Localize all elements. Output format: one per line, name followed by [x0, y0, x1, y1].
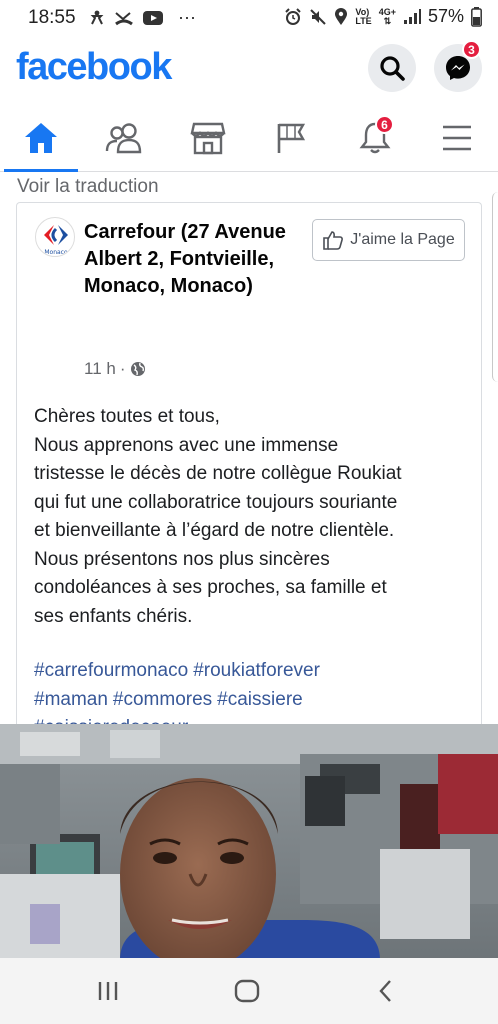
meta-separator: · — [119, 359, 126, 378]
home-icon — [25, 123, 57, 153]
like-page-button[interactable]: J'aime la Page — [312, 219, 465, 261]
tab-menu[interactable] — [433, 118, 481, 158]
recent-apps-icon — [98, 982, 118, 1000]
thumbs-up-icon — [323, 231, 344, 250]
news-feed[interactable]: Voir la traduction Monaco Carrefour (27 … — [0, 172, 498, 958]
alarm-icon — [285, 7, 302, 25]
missed-call-icon — [115, 11, 133, 25]
search-button[interactable] — [368, 44, 416, 92]
like-page-label: J'aime la Page — [350, 231, 455, 248]
signal-icon — [403, 8, 421, 24]
flag-icon — [277, 123, 306, 153]
accessibility-icon — [90, 10, 104, 24]
home-system-button[interactable] — [227, 976, 267, 1006]
status-bar: 18:55 ··· Vo) LTE 4G+ ⇅ 57% — [0, 0, 498, 36]
post-line: ses enfants chéris. — [34, 605, 193, 627]
recent-apps-button[interactable] — [88, 976, 128, 1006]
home-system-icon — [234, 979, 260, 1003]
post-line: tristesse le décès de notre collègue Rou… — [34, 463, 402, 484]
post-line: condoléances à ses proches, sa famille e… — [34, 577, 387, 598]
app-header: facebook 3 — [0, 36, 498, 104]
carrefour-logo-icon: Monaco — [44, 225, 68, 256]
messenger-button[interactable]: 3 — [434, 40, 482, 92]
hashtag-link[interactable]: #caissiere — [217, 689, 303, 710]
messenger-badge: 3 — [462, 40, 481, 59]
battery-percent: 57% — [427, 6, 464, 26]
post-line: et bienveillante à l’égard de notre clie… — [34, 520, 395, 541]
more-notifications: ··· — [178, 7, 196, 27]
post-line: Chères toutes et tous, — [34, 406, 220, 427]
post-body: Chères toutes et tous, Nous apprenons av… — [34, 403, 474, 631]
post-line: qui fut une collaboratrice toujours sour… — [34, 491, 398, 513]
tab-home[interactable] — [17, 118, 65, 158]
search-icon — [380, 56, 405, 81]
notifications-badge: 6 — [375, 115, 394, 134]
tab-pages[interactable] — [267, 118, 315, 158]
post-line: Nous apprenons avec une immense — [34, 434, 339, 456]
post-time[interactable]: 11 h — [84, 359, 116, 379]
main-nav: 6 — [0, 104, 498, 172]
post-meta: 11 h · — [84, 359, 146, 379]
hashtag-link[interactable]: #carrefourmonaco — [34, 660, 188, 681]
hashtag-link[interactable]: #commores — [113, 689, 212, 710]
post-line: Nous présentons nos plus sincères — [34, 548, 330, 570]
system-nav-bar — [0, 958, 498, 1024]
youtube-icon — [143, 10, 163, 25]
photo-image — [0, 724, 498, 958]
svg-text:Monaco: Monaco — [44, 249, 68, 256]
marketplace-icon — [190, 122, 226, 155]
tab-friends[interactable] — [100, 118, 148, 158]
see-translation-link[interactable]: Voir la traduction — [17, 176, 159, 198]
post-photo[interactable] — [0, 724, 498, 958]
location-icon — [335, 7, 348, 25]
menu-icon — [443, 125, 471, 151]
tab-marketplace[interactable] — [184, 118, 232, 158]
tab-notifications[interactable]: 6 — [351, 115, 399, 158]
friends-icon — [105, 123, 142, 154]
hashtag-link[interactable]: #roukiatforever — [193, 660, 320, 681]
battery-icon — [471, 6, 482, 27]
shared-post-card: Monaco Carrefour (27 Avenue Albert 2, Fo… — [16, 202, 482, 738]
page-name[interactable]: Carrefour (27 Avenue Albert 2, Fontvieil… — [84, 219, 304, 300]
avatar[interactable]: Monaco — [35, 217, 75, 257]
clock: 18:55 — [28, 7, 76, 28]
back-button[interactable] — [366, 976, 406, 1006]
scroll-edge — [492, 192, 498, 382]
mute-icon — [310, 8, 327, 25]
globe-icon — [130, 362, 145, 376]
back-icon — [379, 980, 391, 1002]
facebook-logo[interactable]: facebook — [16, 46, 172, 89]
hashtag-link[interactable]: #maman — [34, 689, 108, 710]
